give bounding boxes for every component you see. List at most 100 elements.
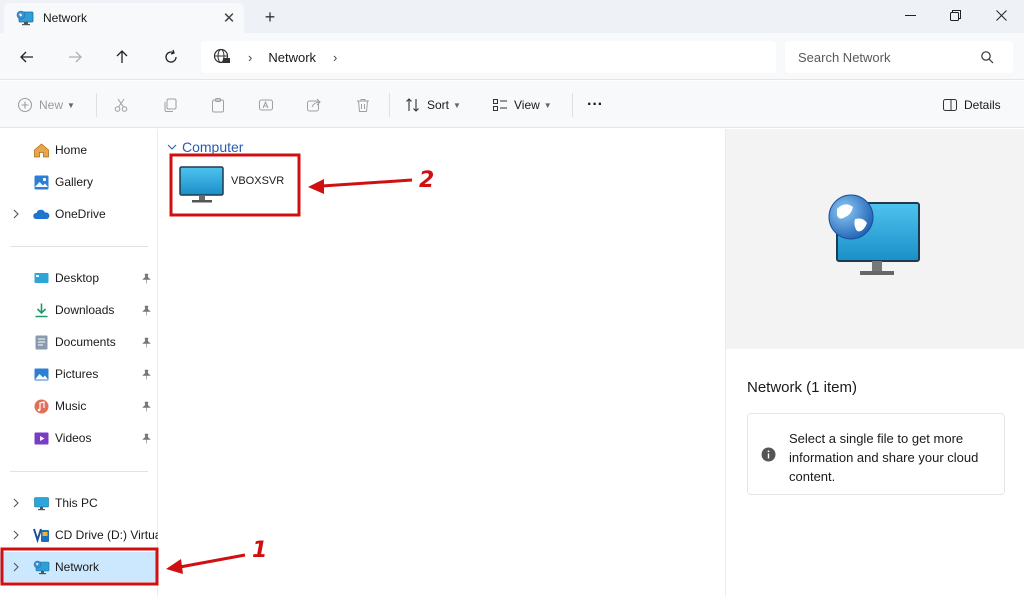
sidebar-item-desktop[interactable]: Desktop [0,263,158,293]
navigation-pane: Home Gallery OneDrive Desktop Downloads … [0,129,158,597]
sort-button[interactable]: Sort ▼ [405,93,461,117]
computer-icon [179,166,224,203]
up-button[interactable] [108,43,136,71]
breadcrumb-chevron-icon[interactable]: › [248,50,252,65]
sidebar-item-music[interactable]: Music [0,391,158,421]
breadcrumb-chevron-icon[interactable]: › [333,50,337,65]
breadcrumb-item-network[interactable]: Network [268,50,316,65]
chevron-down-icon: ▼ [453,100,461,110]
more-options-button[interactable]: ··· [587,93,603,117]
chevron-right-icon[interactable] [11,562,21,572]
sidebar-item-onedrive[interactable]: OneDrive [0,199,158,229]
search-box[interactable] [785,41,1013,73]
arrow-right-icon [69,51,82,63]
desktop-icon [34,272,49,283]
tab-title: Network [43,11,88,25]
sidebar-item-home[interactable]: Home [0,135,158,165]
view-icon [493,99,507,111]
pin-icon[interactable] [141,369,152,380]
sidebar-item-downloads[interactable]: Downloads [0,295,158,325]
copy-button[interactable] [162,93,184,117]
network-icon [16,10,34,26]
address-bar: › Network › [0,33,1024,80]
sort-icon [406,98,419,112]
globe-icon [213,48,230,64]
sidebar-item-documents[interactable]: Documents [0,327,158,357]
pin-icon[interactable] [141,305,152,316]
sidebar-item-label: Videos [55,431,92,445]
refresh-icon [165,49,177,63]
sidebar-item-label: Music [55,399,87,413]
search-icon [981,51,994,64]
maximize-button[interactable] [931,0,979,30]
new-tab-button[interactable]: + [258,5,282,29]
view-button[interactable]: View ▼ [492,93,552,117]
file-list[interactable]: Computer VBOXSVR [159,129,725,597]
breadcrumb[interactable]: › Network › [201,41,776,73]
forward-button[interactable] [61,43,89,71]
rename-button[interactable] [258,93,280,117]
preview-area [726,129,1024,349]
sort-label: Sort [427,98,450,112]
search-input[interactable] [798,49,978,65]
sidebar-divider [10,246,148,247]
back-button[interactable] [13,43,41,71]
details-pane-icon [943,99,957,111]
command-bar: New ▼ Sort ▼ View ▼ ··· Details [0,81,1024,128]
share-button[interactable] [306,93,328,117]
this-pc-icon [34,496,49,510]
home-icon [34,142,49,157]
title-bar: Network ✕ + [0,0,1024,33]
details-button[interactable]: Details [942,93,1001,117]
share-icon [307,98,321,112]
sidebar-item-label: Documents [55,335,116,349]
documents-icon [35,335,48,349]
chevron-right-icon[interactable] [11,498,21,508]
clipboard-icon [212,98,224,113]
sidebar-item-cd-drive[interactable]: CD Drive (D:) VirtualBox Guest Additions [0,520,158,550]
close-window-button[interactable] [977,0,1024,30]
sidebar-item-network[interactable]: Network [0,552,158,582]
delete-button[interactable] [355,93,377,117]
pin-icon[interactable] [141,433,152,444]
chevron-down-icon: ▼ [543,100,552,110]
tab-close-icon[interactable]: ✕ [218,7,240,29]
close-icon [995,9,1007,21]
arrow-up-icon [116,50,128,63]
sidebar-item-this-pc[interactable]: This PC [0,488,158,518]
sidebar-item-label: CD Drive (D:) VirtualBox Guest Additions [55,528,158,542]
toolbar-divider [96,93,97,117]
chevron-down-icon [167,144,177,150]
chevron-right-icon[interactable] [11,209,21,219]
sidebar-item-label: Gallery [55,175,94,189]
paste-button[interactable] [210,93,232,117]
chevron-right-icon[interactable] [11,530,21,540]
refresh-button[interactable] [157,43,185,71]
pin-icon[interactable] [141,337,152,348]
new-button[interactable]: New ▼ [17,93,75,117]
minimize-button[interactable] [886,0,934,30]
item-name: VBOXSVR [231,175,285,187]
pin-icon[interactable] [141,273,152,284]
network-icon [33,560,50,574]
gallery-icon [34,175,49,189]
scissors-icon [114,98,128,112]
group-header-computer[interactable]: Computer [167,139,243,155]
toolbar-divider [572,93,573,117]
sidebar-item-pictures[interactable]: Pictures [0,359,158,389]
details-pane: Network (1 item) Select a single file to… [725,129,1024,597]
annotation-number-2: 2 [419,168,435,193]
tab-network[interactable]: Network ✕ [4,3,244,33]
view-label: View [514,98,540,112]
sidebar-item-label: OneDrive [55,207,106,221]
sidebar-divider [10,471,148,472]
sidebar-item-label: This PC [55,496,98,510]
arrow-left-icon [20,51,33,63]
sidebar-item-gallery[interactable]: Gallery [0,167,158,197]
list-item-vboxsvr[interactable]: VBOXSVR [171,155,301,215]
pin-icon[interactable] [141,401,152,412]
plus-circle-icon [17,97,33,113]
cut-button[interactable] [113,93,135,117]
sidebar-item-videos[interactable]: Videos [0,423,158,453]
details-title: Network (1 item) [747,379,858,396]
